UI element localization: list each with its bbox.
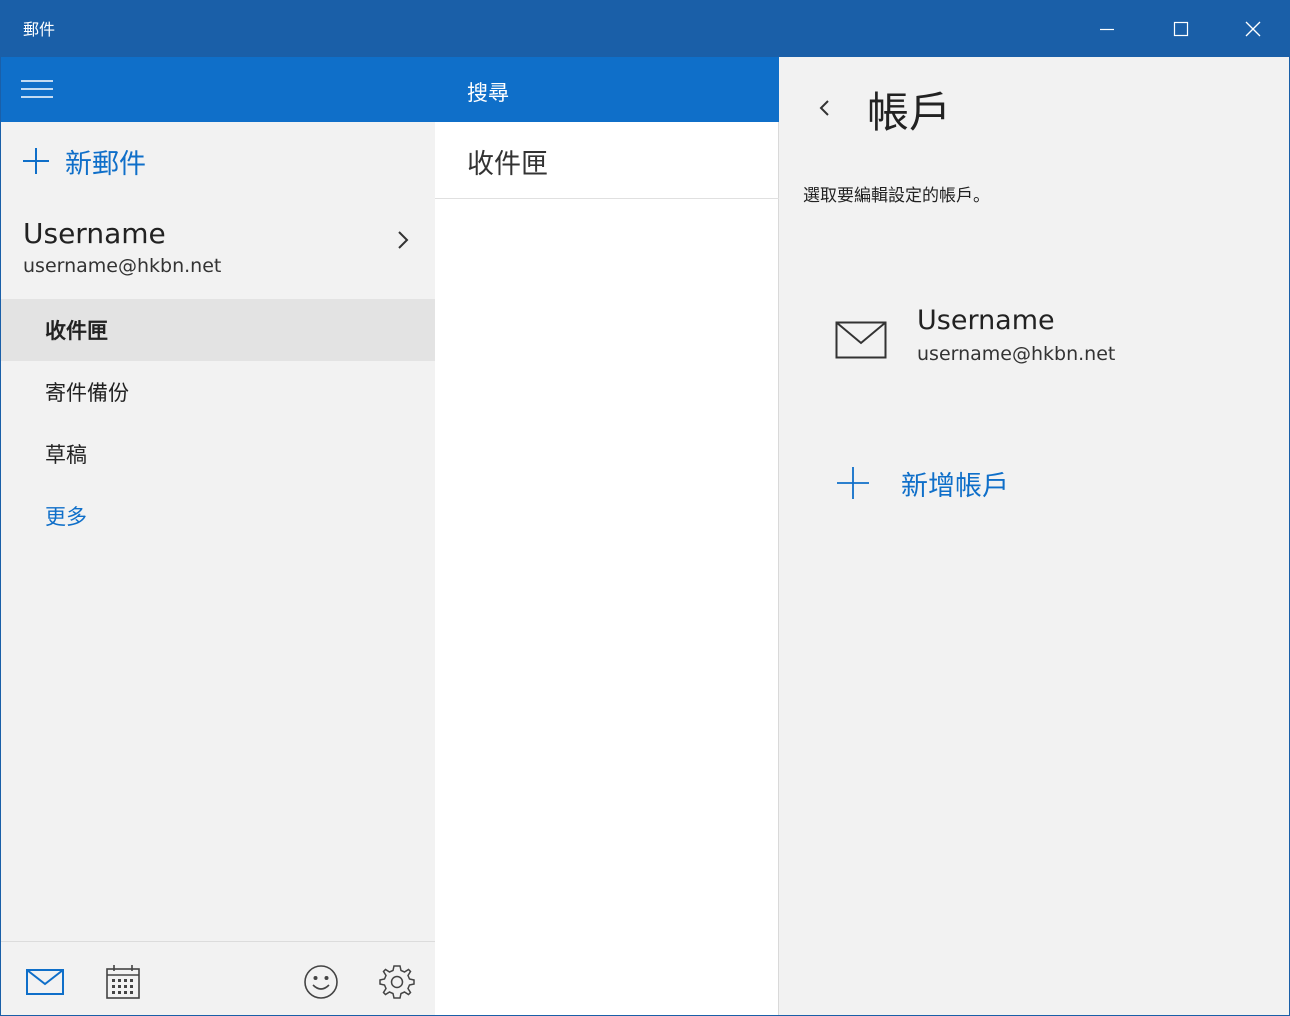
folder-label: 收件匣 — [45, 319, 108, 343]
chevron-left-icon — [819, 100, 829, 116]
maximize-button[interactable] — [1145, 1, 1217, 57]
account-name: Username — [917, 305, 1055, 336]
account-email: username@hkbn.net — [917, 343, 1116, 365]
maximize-icon — [1173, 21, 1189, 37]
calendar-switch-button[interactable] — [101, 960, 145, 1004]
current-folder-title: 收件匣 — [467, 149, 548, 180]
mail-app-window: 郵件 新郵件 Username username@hkbn.net 收件匣 寄件… — [0, 0, 1290, 1016]
account-email: username@hkbn.net — [23, 255, 222, 277]
add-account-button[interactable]: 新增帳戶 — [835, 461, 1009, 505]
folder-item-sent[interactable]: 寄件備份 — [1, 361, 435, 423]
smiley-icon — [304, 965, 338, 999]
navigation-pane: 新郵件 Username username@hkbn.net 收件匣 寄件備份 … — [1, 57, 435, 1015]
mail-switch-button[interactable] — [23, 960, 67, 1004]
settings-button[interactable] — [375, 960, 419, 1004]
nav-footer — [1, 941, 435, 1015]
search-label: 搜尋 — [467, 81, 509, 105]
folder-label: 寄件備份 — [45, 381, 129, 405]
folder-label: 草稿 — [45, 443, 87, 467]
accounts-settings-pane: 帳戶 選取要編輯設定的帳戶。 Username username@hkbn.ne… — [779, 57, 1289, 1015]
search-box[interactable]: 搜尋 — [435, 57, 779, 122]
folder-header: 收件匣 — [435, 122, 779, 199]
settings-description: 選取要編輯設定的帳戶。 — [803, 186, 990, 206]
close-button[interactable] — [1217, 1, 1289, 57]
calendar-icon — [106, 965, 140, 999]
account-switcher[interactable]: Username username@hkbn.net — [1, 207, 435, 295]
new-mail-label: 新郵件 — [65, 148, 146, 180]
minimize-icon — [1100, 28, 1114, 31]
folder-item-drafts[interactable]: 草稿 — [1, 423, 435, 485]
title-bar: 郵件 — [1, 1, 1289, 57]
mail-icon — [835, 321, 887, 359]
folder-item-inbox[interactable]: 收件匣 — [1, 299, 435, 361]
window-title: 郵件 — [23, 20, 56, 39]
account-name: Username — [23, 217, 166, 250]
plus-icon — [837, 467, 869, 499]
settings-title: 帳戶 — [867, 88, 952, 137]
more-label: 更多 — [45, 505, 87, 529]
add-account-label: 新增帳戶 — [901, 470, 1009, 502]
nav-header — [1, 57, 435, 122]
hamburger-icon — [21, 80, 53, 98]
minimize-button[interactable] — [1071, 1, 1143, 57]
back-button[interactable] — [809, 93, 839, 123]
message-list-pane: 搜尋 收件匣 — [435, 57, 779, 1015]
new-mail-button[interactable]: 新郵件 — [21, 139, 146, 183]
gear-icon — [379, 965, 415, 999]
hamburger-menu-button[interactable] — [17, 73, 57, 105]
close-icon — [1245, 21, 1261, 37]
chevron-right-icon — [398, 231, 409, 249]
account-entry[interactable]: Username username@hkbn.net — [819, 293, 1279, 373]
mail-icon — [26, 969, 64, 995]
feedback-button[interactable] — [299, 960, 343, 1004]
plus-icon — [23, 148, 49, 174]
more-folders-link[interactable]: 更多 — [1, 485, 435, 547]
